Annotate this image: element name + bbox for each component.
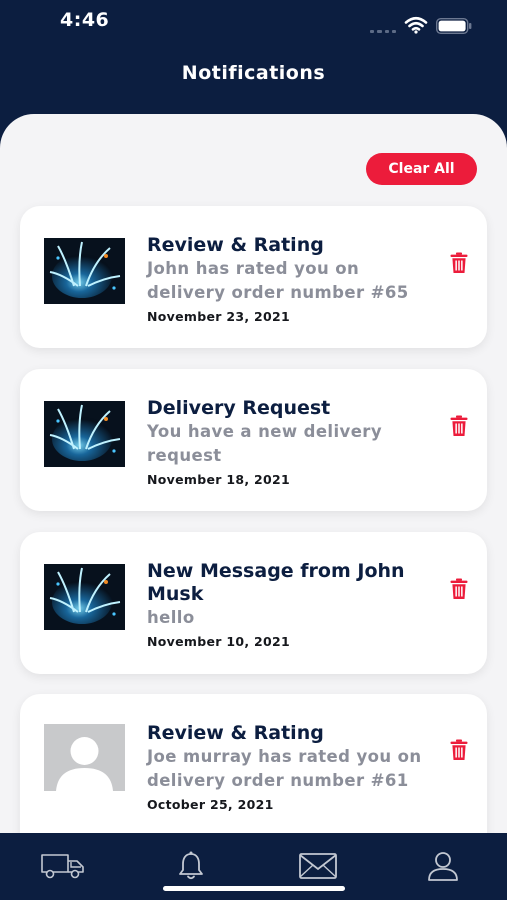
truck-icon [41, 854, 84, 879]
notification-image [44, 238, 125, 304]
trash-icon [450, 252, 468, 273]
notification-message: You have a new delivery request [147, 422, 382, 465]
notification-title: New Message from John Musk [147, 560, 405, 605]
clear-all-button[interactable]: Clear All [366, 153, 477, 185]
notification-title: Delivery Request [147, 397, 331, 419]
tab-messages[interactable] [295, 849, 341, 883]
notifications-sheet[interactable]: Clear All Review & Rating John has rated… [0, 114, 507, 874]
notification-title: Review & Rating [147, 234, 324, 256]
user-icon [428, 852, 458, 881]
tab-profile[interactable] [420, 849, 466, 883]
home-indicator [163, 886, 345, 891]
trash-icon [450, 739, 468, 760]
status-bar: 4:46 [0, 0, 507, 40]
default-user-avatar [44, 724, 125, 791]
bell-icon [179, 851, 203, 880]
envelope-icon [299, 853, 337, 879]
notification-card[interactable]: New Message from John Musk hello Novembe… [20, 532, 487, 674]
notification-message: hello [147, 608, 195, 627]
status-time: 4:46 [60, 9, 110, 31]
page-title: Notifications [181, 62, 326, 84]
battery-icon [436, 18, 472, 34]
notification-date: November 23, 2021 [147, 309, 291, 324]
notification-image [44, 564, 125, 630]
notification-date: November 10, 2021 [147, 634, 291, 649]
tab-deliveries[interactable] [40, 849, 86, 883]
notification-card[interactable]: Delivery Request You have a new delivery… [20, 369, 487, 511]
notification-card[interactable]: Review & Rating John has rated you on de… [20, 206, 487, 348]
delete-notification-button[interactable] [449, 739, 469, 761]
wifi-icon [404, 16, 428, 34]
trash-icon [450, 415, 468, 436]
delete-notification-button[interactable] [449, 252, 469, 274]
notification-image [44, 401, 125, 467]
delete-notification-button[interactable] [449, 578, 469, 600]
tab-notifications[interactable] [168, 849, 214, 883]
signal-icon [370, 30, 396, 34]
notification-title: Review & Rating [147, 722, 324, 744]
notification-message: Joe murray has rated you on delivery ord… [147, 747, 422, 790]
notification-message: John has rated you on delivery order num… [147, 259, 409, 302]
trash-icon [450, 578, 468, 599]
notification-date: October 25, 2021 [147, 797, 274, 812]
bottom-tab-bar [0, 833, 507, 900]
delete-notification-button[interactable] [449, 415, 469, 437]
notification-date: November 18, 2021 [147, 472, 291, 487]
